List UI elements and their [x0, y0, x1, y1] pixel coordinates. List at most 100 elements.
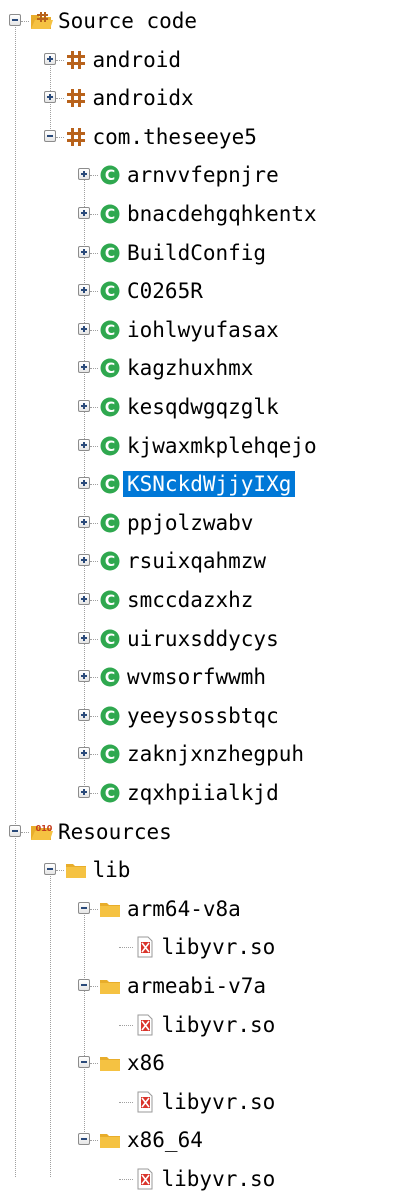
collapse-icon[interactable] [9, 824, 21, 837]
svg-text:C: C [105, 516, 115, 532]
expand-icon[interactable] [78, 207, 90, 219]
tree-item-file[interactable]: libyvr.so [0, 1086, 397, 1118]
tree-item-folder[interactable]: armeabi-v7a [0, 970, 397, 1002]
tree-item-label: android [92, 47, 182, 72]
tree-item-resource-folder[interactable]: 010 Resources [0, 816, 397, 848]
svg-text:C: C [105, 168, 115, 184]
tree-connector-line [21, 831, 29, 833]
tree-item-class[interactable]: C C0265R [0, 275, 397, 307]
expand-icon[interactable] [78, 284, 90, 297]
tree-item-label: yeeysossbtqc [127, 703, 279, 728]
tree-item-package[interactable]: android [0, 44, 397, 76]
tree-item-class[interactable]: Cbnacdehgqhkentx [0, 198, 397, 230]
tree-item-class[interactable]: Cppjolzwabv [0, 507, 397, 539]
so-file-icon [134, 936, 156, 958]
class-icon: C [99, 473, 121, 495]
tree-item-class[interactable]: Cuiruxsddycys [0, 623, 397, 655]
tree-item-class[interactable]: Cwvmsorfwwmh [0, 661, 397, 693]
tree-connector-line [55, 59, 64, 61]
expand-icon[interactable] [43, 91, 56, 104]
tree-item-class[interactable]: C BuildConfig [0, 237, 397, 269]
tree-item-folder[interactable]: lib [0, 854, 397, 886]
tree-item-class[interactable]: Crsuixqahmzw [0, 545, 397, 577]
tree-item-label: x86 [127, 1051, 165, 1076]
tree-connector-line [118, 1179, 133, 1180]
expand-icon[interactable] [78, 438, 90, 451]
collapse-icon[interactable] [43, 863, 56, 876]
collapse-icon[interactable] [9, 14, 21, 26]
tree-item-label: libyvr.so [161, 1012, 276, 1037]
svg-text:C: C [105, 709, 115, 725]
tree-connector-line [90, 445, 98, 447]
tree-item-class[interactable]: Cyeeysossbtqc [0, 700, 397, 732]
expand-icon[interactable] [78, 747, 90, 760]
tree-connector-line [90, 407, 98, 408]
tree-item-label: libyvr.so [161, 1089, 276, 1114]
tree-item-class[interactable]: Ciohlwyufasax [0, 314, 397, 346]
expand-icon[interactable] [78, 670, 90, 683]
tree-item-class[interactable]: Ckjwaxmkplehqejo [0, 430, 397, 462]
expand-icon[interactable] [78, 322, 90, 335]
tree-connector-line [90, 291, 98, 293]
tree-item-label: libyvr.so [161, 1167, 276, 1191]
tree-item-class[interactable]: Czaknjxnzhegpuh [0, 738, 397, 770]
expand-icon[interactable] [78, 708, 90, 721]
tree-item-folder[interactable]: x86 [0, 1047, 397, 1079]
tree-item-package[interactable]: androidx [0, 82, 397, 114]
tree-item-class[interactable]: Csmccdazxhz [0, 584, 397, 616]
tree-item-folder[interactable]: arm64-v8a [0, 893, 397, 925]
expand-icon[interactable] [78, 631, 90, 644]
svg-text:C: C [105, 400, 115, 416]
class-icon: C [99, 512, 121, 534]
expand-icon[interactable] [43, 52, 56, 65]
collapse-icon[interactable] [78, 1056, 90, 1069]
tree-item-class[interactable]: C KSNckdWjjyIXg [0, 468, 397, 500]
tree-item-class[interactable]: Ckagzhuxhmx [0, 352, 397, 384]
tree-item-folder[interactable]: x86_64 [0, 1124, 397, 1156]
tree-item-label: Source code [58, 9, 198, 33]
package-icon [65, 87, 87, 109]
expand-icon[interactable] [78, 168, 90, 181]
tree-item-class[interactable]: Ckesqdwgqzglk [0, 391, 397, 423]
svg-text:010: 010 [36, 824, 53, 833]
tree-connector-line [21, 21, 29, 22]
collapse-icon[interactable] [78, 1133, 90, 1146]
tree-connector-line [90, 522, 98, 524]
expand-icon[interactable] [78, 477, 90, 490]
class-icon: C [99, 589, 121, 611]
tree-item-file[interactable]: libyvr.so [0, 1163, 397, 1195]
tree-connector-line [90, 638, 98, 640]
collapse-icon[interactable] [43, 129, 56, 142]
tree-item-label: x86_64 [127, 1128, 203, 1153]
tree-item-class[interactable]: Czqxhpiialkjd [0, 777, 397, 809]
expand-icon[interactable] [78, 515, 90, 528]
class-icon: C [99, 666, 121, 688]
class-icon: C [99, 550, 121, 572]
tree-item-label: Resources [58, 819, 172, 844]
tree-connector-line [118, 1101, 133, 1103]
tree-item-source-folder[interactable]: Source code [0, 5, 397, 37]
tree-item-file[interactable]: libyvr.so [0, 931, 397, 963]
expand-icon[interactable] [78, 786, 90, 798]
class-icon: C [99, 705, 121, 727]
class-icon: C [99, 743, 121, 765]
tree-item-package[interactable]: com.theseeye5 [0, 121, 397, 153]
svg-text:C: C [105, 747, 115, 763]
tree-connector-line [90, 600, 98, 601]
tree-connector-line [90, 908, 98, 910]
folder-icon [99, 898, 121, 920]
svg-text:C: C [105, 632, 115, 648]
project-tree[interactable]: Source code android androidx com.theseeye5 C… [0, 0, 397, 1191]
collapse-icon[interactable] [78, 901, 90, 914]
tree-connector-line [90, 252, 98, 254]
expand-icon[interactable] [78, 245, 90, 258]
expand-icon[interactable] [78, 400, 90, 412]
tree-item-file[interactable]: libyvr.so [0, 1009, 397, 1041]
tree-item-label: ppjolzwabv [127, 510, 254, 535]
expand-icon[interactable] [78, 361, 90, 374]
collapse-icon[interactable] [78, 979, 90, 991]
expand-icon[interactable] [78, 554, 90, 567]
expand-icon[interactable] [78, 593, 90, 605]
tree-item-class[interactable]: Carnvvfepnjre [0, 159, 397, 191]
resources-folder-icon: 010 [30, 821, 53, 843]
